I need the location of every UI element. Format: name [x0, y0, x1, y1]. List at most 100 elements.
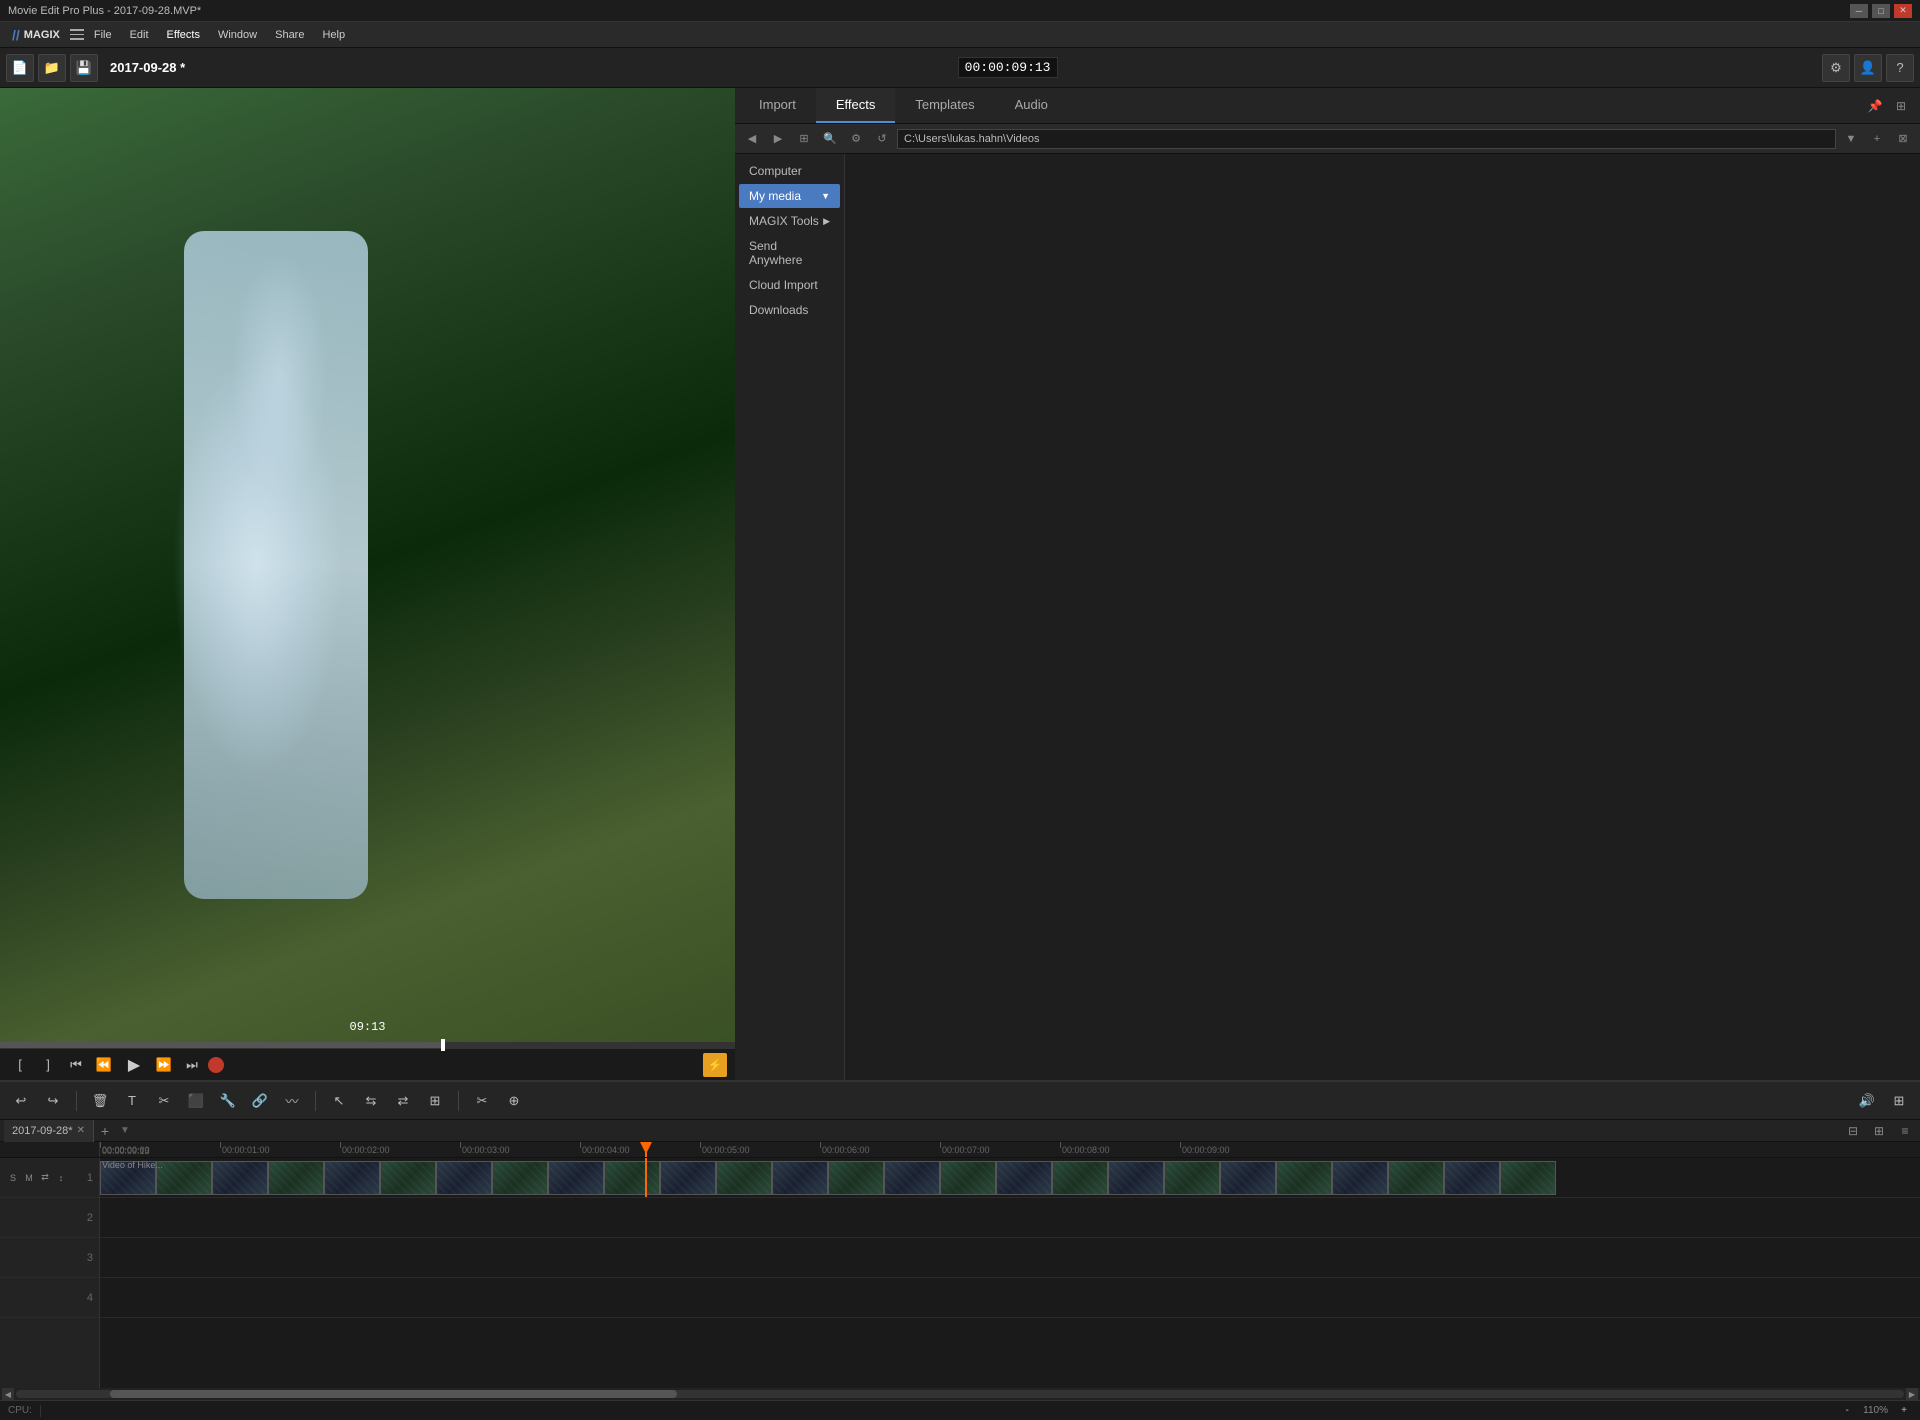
- panel-icon-grid[interactable]: ⊞: [1890, 95, 1912, 117]
- sidebar-item-cloud-import[interactable]: Cloud Import: [739, 273, 840, 297]
- tl-view-btn2[interactable]: ⊞: [1868, 1120, 1890, 1142]
- timeline-add-btn[interactable]: +: [94, 1120, 116, 1142]
- path-close-btn[interactable]: ⊠: [1892, 128, 1914, 150]
- volume-btn[interactable]: 🔊: [1854, 1088, 1880, 1114]
- skip-back-btn[interactable]: ⏮: [64, 1053, 88, 1077]
- menu-item-share[interactable]: Share: [267, 27, 312, 43]
- menu-item-help[interactable]: Help: [314, 27, 353, 43]
- video-clip[interactable]: [996, 1161, 1052, 1195]
- menu-item-file[interactable]: File: [86, 27, 120, 43]
- video-clip[interactable]: [268, 1161, 324, 1195]
- sidebar-item-magix-tools[interactable]: MAGIX Tools ▶: [739, 209, 840, 233]
- sidebar-item-my-media[interactable]: My media ▼: [739, 184, 840, 208]
- video-clip[interactable]: [884, 1161, 940, 1195]
- tab-templates[interactable]: Templates: [895, 88, 994, 123]
- video-clip[interactable]: [772, 1161, 828, 1195]
- nav-back-btn[interactable]: ◀: [741, 128, 763, 150]
- video-clip[interactable]: [1332, 1161, 1388, 1195]
- zoom-out-btn[interactable]: -: [1839, 1403, 1855, 1419]
- close-button[interactable]: ✕: [1894, 4, 1912, 18]
- path-dropdown-btn[interactable]: ▼: [1840, 128, 1862, 150]
- video-clip[interactable]: [1220, 1161, 1276, 1195]
- tl-scroll-track[interactable]: [16, 1390, 1904, 1398]
- video-clip[interactable]: [492, 1161, 548, 1195]
- sidebar-item-downloads[interactable]: Downloads: [739, 298, 840, 322]
- video-clip[interactable]: [156, 1161, 212, 1195]
- panel-toggle-btn[interactable]: ⊞: [1886, 1088, 1912, 1114]
- video-clip[interactable]: [1276, 1161, 1332, 1195]
- tab-effects[interactable]: Effects: [816, 88, 896, 123]
- track-stereo-icon[interactable]: ⇄: [38, 1171, 52, 1185]
- video-clip[interactable]: [940, 1161, 996, 1195]
- video-clip[interactable]: [1500, 1161, 1556, 1195]
- slip-btn[interactable]: ⇄: [390, 1088, 416, 1114]
- path-bar[interactable]: C:\Users\lukas.hahn\Videos: [897, 129, 1836, 149]
- toolbar-new-btn[interactable]: 📄: [6, 54, 34, 82]
- skip-fwd-btn[interactable]: ⏭: [180, 1053, 204, 1077]
- video-clip[interactable]: [1388, 1161, 1444, 1195]
- track-s-icon[interactable]: S: [6, 1171, 20, 1185]
- video-clip[interactable]: [1108, 1161, 1164, 1195]
- timeline-tab-close[interactable]: ✕: [77, 1125, 85, 1136]
- timeline-ruler-right[interactable]: 00:00:09:13 00:00:00:00 00:00:01:00 00:0…: [100, 1142, 1920, 1157]
- undo-btn[interactable]: ↩: [8, 1088, 34, 1114]
- toolbar-extra-btn3[interactable]: ?: [1886, 54, 1914, 82]
- maximize-button[interactable]: □: [1872, 4, 1890, 18]
- menu-item-window[interactable]: Window: [210, 27, 265, 43]
- insert-btn[interactable]: ⊕: [501, 1088, 527, 1114]
- tl-scroll-thumb[interactable]: [110, 1390, 676, 1398]
- video-clip[interactable]: [828, 1161, 884, 1195]
- path-add-btn[interactable]: +: [1866, 128, 1888, 150]
- sidebar-item-computer[interactable]: Computer: [739, 159, 840, 183]
- lightning-button[interactable]: ⚡: [703, 1053, 727, 1077]
- panel-icon-pin[interactable]: 📌: [1864, 95, 1886, 117]
- video-clip[interactable]: [1164, 1161, 1220, 1195]
- cursor-btn[interactable]: ↖: [326, 1088, 352, 1114]
- tl-view-btn1[interactable]: ⊟: [1842, 1120, 1864, 1142]
- zoom-in-btn[interactable]: +: [1896, 1403, 1912, 1419]
- video-clip[interactable]: [380, 1161, 436, 1195]
- nav-refresh-btn[interactable]: ↺: [871, 128, 893, 150]
- menu-item-effects[interactable]: Effects: [159, 27, 208, 43]
- delete-btn[interactable]: 🗑: [87, 1088, 113, 1114]
- record-button[interactable]: [208, 1057, 224, 1073]
- tab-import[interactable]: Import: [739, 88, 816, 123]
- snap-btn[interactable]: 🔧: [215, 1088, 241, 1114]
- video-clip[interactable]: [324, 1161, 380, 1195]
- nav-fwd-btn[interactable]: ▶: [767, 128, 789, 150]
- bracket-in-btn[interactable]: [: [8, 1053, 32, 1077]
- timeline-add-dropdown[interactable]: ▼: [120, 1125, 130, 1136]
- bracket-out-btn[interactable]: ]: [36, 1053, 60, 1077]
- track-m-icon[interactable]: M: [22, 1171, 36, 1185]
- track-height-icon[interactable]: ↕: [54, 1171, 68, 1185]
- video-clip[interactable]: [716, 1161, 772, 1195]
- toolbar-save-btn[interactable]: 💾: [70, 54, 98, 82]
- text-btn[interactable]: T: [119, 1088, 145, 1114]
- wave-btn[interactable]: 〰: [279, 1088, 305, 1114]
- video-clip[interactable]: [660, 1161, 716, 1195]
- scrubber-bar[interactable]: [0, 1042, 735, 1048]
- trim-btn[interactable]: ✂: [151, 1088, 177, 1114]
- video-clip[interactable]: [604, 1161, 660, 1195]
- step-back-btn[interactable]: ⏪: [92, 1053, 116, 1077]
- play-button[interactable]: ▶: [120, 1051, 148, 1079]
- video-clip[interactable]: [1052, 1161, 1108, 1195]
- link-btn[interactable]: 🔗: [247, 1088, 273, 1114]
- toolbar-extra-btn1[interactable]: ⚙: [1822, 54, 1850, 82]
- razor-btn[interactable]: ✂: [469, 1088, 495, 1114]
- tl-scroll-left-btn[interactable]: ◀: [2, 1388, 14, 1400]
- minimize-button[interactable]: ─: [1850, 4, 1868, 18]
- video-clip[interactable]: [1444, 1161, 1500, 1195]
- tab-audio[interactable]: Audio: [995, 88, 1068, 123]
- timeline-tab[interactable]: 2017-09-28* ✕: [4, 1120, 94, 1142]
- ripple-btn[interactable]: ⇆: [358, 1088, 384, 1114]
- scrubber-thumb[interactable]: [441, 1039, 445, 1051]
- tl-view-btn3[interactable]: ≡: [1894, 1120, 1916, 1142]
- toolbar-extra-btn2[interactable]: 👤: [1854, 54, 1882, 82]
- nav-search-btn[interactable]: 🔍: [819, 128, 841, 150]
- nav-settings-btn[interactable]: ⚙: [845, 128, 867, 150]
- redo-btn[interactable]: ↪: [40, 1088, 66, 1114]
- tl-scroll-right-btn[interactable]: ▶: [1906, 1388, 1918, 1400]
- video-clip[interactable]: [548, 1161, 604, 1195]
- video-clip[interactable]: [436, 1161, 492, 1195]
